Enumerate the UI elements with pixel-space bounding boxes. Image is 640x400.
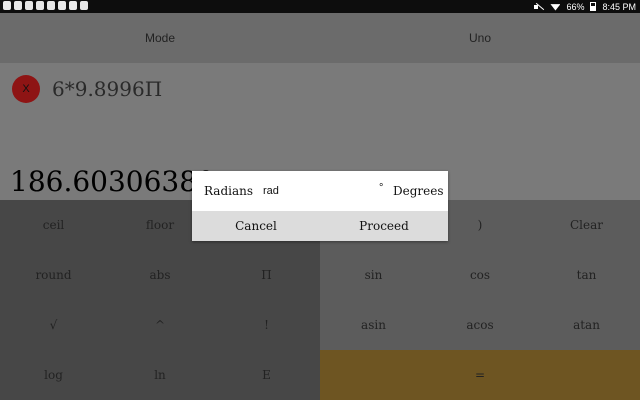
notification-icon (47, 1, 55, 10)
key-power[interactable]: ^ (107, 300, 213, 350)
key-sqrt[interactable]: √ (0, 300, 107, 350)
key-asin[interactable]: asin (320, 300, 427, 350)
degrees-label[interactable]: Degrees (393, 184, 444, 198)
key-ln[interactable]: ln (107, 350, 213, 400)
key-cos[interactable]: cos (427, 250, 533, 300)
key-pi[interactable]: Π (213, 250, 320, 300)
radians-symbol: rad (263, 185, 279, 197)
key-sin[interactable]: sin (320, 250, 427, 300)
top-bar: Mode Uno (0, 13, 640, 63)
notification-icon (69, 1, 77, 10)
key-tan[interactable]: tan (533, 250, 640, 300)
notification-icon (25, 1, 33, 10)
battery-icon (590, 2, 597, 11)
wifi-icon (550, 4, 561, 11)
notification-icon (36, 1, 44, 10)
cancel-button[interactable]: Cancel (192, 211, 320, 241)
notification-icon (58, 1, 66, 10)
angle-mode-row: Radians rad ° Degrees (192, 171, 448, 211)
key-factorial[interactable]: ! (213, 300, 320, 350)
status-right: 66% 8:45 PM (534, 0, 636, 13)
mode-button[interactable]: Mode (0, 13, 320, 63)
key-equals[interactable]: = (320, 350, 640, 400)
radians-label[interactable]: Radians (204, 184, 253, 198)
notification-icon (3, 1, 11, 10)
key-round[interactable]: round (0, 250, 107, 300)
clock: 8:45 PM (602, 1, 636, 12)
angle-mode-dialog: Radians rad ° Degrees Cancel Proceed (192, 171, 448, 241)
notification-icon (14, 1, 22, 10)
dialog-actions: Cancel Proceed (192, 211, 448, 241)
key-acos[interactable]: acos (427, 300, 533, 350)
notification-icons (3, 1, 88, 10)
key-atan[interactable]: atan (533, 300, 640, 350)
key-e[interactable]: E (213, 350, 320, 400)
proceed-button[interactable]: Proceed (320, 211, 448, 241)
clear-expression-button[interactable]: X (12, 75, 40, 103)
key-ceil[interactable]: ceil (0, 200, 107, 250)
key-abs[interactable]: abs (107, 250, 213, 300)
mute-icon (534, 3, 544, 11)
uno-button[interactable]: Uno (320, 13, 640, 63)
status-bar: 66% 8:45 PM (0, 0, 640, 13)
result-text: 186.60306380 (10, 165, 215, 198)
degrees-symbol: ° (379, 182, 384, 194)
battery-percent: 66% (566, 1, 585, 12)
key-clear[interactable]: Clear (533, 200, 640, 250)
expression-text: 6*9.8996Π (52, 77, 163, 101)
key-log[interactable]: log (0, 350, 107, 400)
notification-icon (80, 1, 88, 10)
